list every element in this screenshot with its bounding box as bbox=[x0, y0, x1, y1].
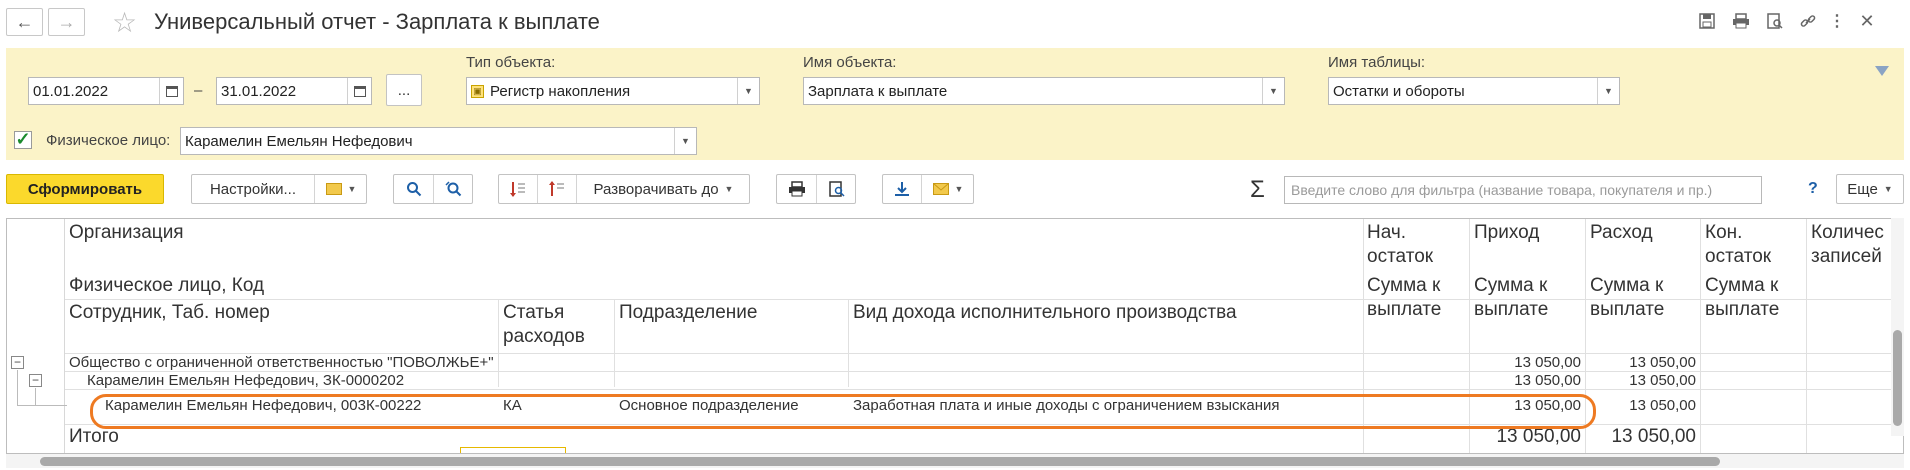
print-button[interactable] bbox=[777, 175, 816, 203]
export-group: ▼ bbox=[882, 174, 974, 204]
header-income-sum: Сумма к выплате bbox=[1474, 275, 1549, 320]
find-next-button[interactable] bbox=[434, 175, 473, 203]
filter-funnel-icon[interactable] bbox=[1875, 66, 1889, 76]
table-row[interactable]: Карамелин Емельян Нефедович, ЗК-0000202 bbox=[87, 371, 404, 389]
calendar-icon[interactable] bbox=[347, 78, 371, 104]
header-end-balance-sum: Сумма к выплате bbox=[1705, 275, 1780, 320]
person-label: Физическое лицо: bbox=[46, 132, 171, 149]
active-cell-marker bbox=[460, 447, 566, 453]
vertical-scroll-thumb[interactable] bbox=[1893, 330, 1902, 426]
row-expense: 13 050,00 bbox=[1629, 372, 1696, 389]
more-button[interactable]: Еще ▼ bbox=[1836, 174, 1904, 204]
object-name-select[interactable]: Зарплата к выплате ▼ bbox=[803, 77, 1285, 105]
header-expense: Расход bbox=[1590, 222, 1653, 243]
chevron-down-icon: ▼ bbox=[724, 184, 734, 194]
header-department: Подразделение bbox=[619, 302, 758, 323]
row-expense: 13 050,00 bbox=[1629, 354, 1696, 371]
print-group bbox=[776, 174, 856, 204]
export-button[interactable] bbox=[883, 175, 921, 203]
save-icon[interactable] bbox=[1696, 10, 1718, 32]
header-income-type: Вид дохода исполнительного производства bbox=[853, 302, 1237, 323]
calendar-icon[interactable] bbox=[159, 78, 183, 104]
chevron-down-icon[interactable]: ▼ bbox=[1597, 78, 1619, 104]
chevron-down-icon[interactable]: ▼ bbox=[1262, 78, 1284, 104]
print-icon[interactable] bbox=[1730, 10, 1752, 32]
sum-icon[interactable]: Σ bbox=[1250, 176, 1265, 204]
register-icon: ▣ bbox=[471, 84, 484, 98]
more-vertical-icon[interactable]: ⋮ bbox=[1826, 10, 1848, 32]
chevron-down-icon: ▼ bbox=[1883, 184, 1893, 194]
arrow-right-icon: → bbox=[57, 11, 76, 32]
header-employee: Сотрудник, Таб. номер bbox=[69, 302, 270, 323]
search-group bbox=[393, 174, 473, 204]
table-name-select[interactable]: Остатки и обороты ▼ bbox=[1328, 77, 1620, 105]
row-income: 13 050,00 bbox=[1514, 354, 1581, 371]
header-start-balance-sum: Сумма к выплате bbox=[1367, 275, 1442, 320]
row-income: 13 050,00 bbox=[1514, 372, 1581, 389]
search-help-icon[interactable]: ? bbox=[1808, 180, 1818, 198]
horizontal-scroll-thumb[interactable] bbox=[40, 457, 1720, 466]
header-record-count: Количес записей bbox=[1811, 222, 1884, 267]
period-select-button[interactable]: ... bbox=[386, 74, 422, 106]
header-income: Приход bbox=[1474, 222, 1540, 243]
date-from-field[interactable]: 01.01.2022 bbox=[28, 77, 184, 105]
header-expense-item: Статья расходов bbox=[503, 302, 585, 347]
window-title: Универсальный отчет - Зарплата к выплате bbox=[154, 9, 600, 34]
row-expense: 13 050,00 bbox=[1629, 397, 1696, 414]
header-organization: Организация bbox=[69, 222, 184, 243]
find-button[interactable] bbox=[394, 175, 433, 203]
settings-button[interactable]: Настройки... bbox=[192, 175, 314, 203]
collapse-all-button[interactable] bbox=[538, 175, 576, 203]
collapse-rows-icon bbox=[549, 181, 564, 196]
preview-icon[interactable] bbox=[1764, 10, 1786, 32]
close-icon[interactable]: ✕ bbox=[1856, 10, 1878, 32]
preview-icon bbox=[828, 181, 845, 197]
variants-dropdown[interactable]: ▼ bbox=[315, 175, 367, 203]
download-icon bbox=[895, 182, 909, 196]
object-type-select[interactable]: ▣ Регистр накопления ▼ bbox=[466, 77, 760, 105]
expand-all-button[interactable] bbox=[499, 175, 537, 203]
grouping-group: Разворачивать до ▼ bbox=[498, 174, 750, 204]
generate-button[interactable]: Сформировать bbox=[6, 174, 164, 204]
envelope-icon bbox=[932, 183, 949, 195]
person-select[interactable]: Карамелин Емельян Нефедович ▼ bbox=[180, 127, 697, 155]
expand-rows-icon bbox=[510, 182, 525, 197]
search-icon bbox=[406, 182, 421, 197]
collapse-toggle[interactable]: − bbox=[11, 356, 24, 369]
send-email-dropdown[interactable]: ▼ bbox=[922, 175, 974, 203]
forward-button[interactable]: → bbox=[48, 8, 85, 36]
header-start-balance: Нач. остаток bbox=[1367, 222, 1434, 267]
link-icon[interactable] bbox=[1797, 10, 1819, 32]
settings-group: Настройки... ▼ bbox=[191, 174, 367, 204]
date-separator: – bbox=[194, 82, 203, 99]
object-type-label: Тип объекта: bbox=[466, 54, 556, 71]
chevron-down-icon[interactable]: ▼ bbox=[674, 128, 696, 154]
header-person-code: Физическое лицо, Код bbox=[69, 275, 265, 296]
header-expense-sum: Сумма к выплате bbox=[1590, 275, 1665, 320]
arrow-left-icon: ← bbox=[15, 11, 34, 32]
total-expense: 13 050,00 bbox=[1611, 426, 1696, 447]
report-search-input[interactable]: Введите слово для фильтра (название това… bbox=[1284, 176, 1762, 204]
back-button[interactable]: ← bbox=[6, 8, 43, 36]
grouping-gutter bbox=[7, 219, 65, 453]
highlight-annotation bbox=[90, 394, 1596, 429]
expand-to-dropdown[interactable]: Разворачивать до ▼ bbox=[577, 175, 750, 203]
chevron-down-icon[interactable]: ▼ bbox=[737, 78, 759, 104]
print-preview-button[interactable] bbox=[817, 175, 856, 203]
person-filter-checkbox[interactable]: ✓ bbox=[14, 130, 32, 149]
date-to-field[interactable]: 31.01.2022 bbox=[216, 77, 372, 105]
header-end-balance: Кон. остаток bbox=[1705, 222, 1772, 267]
object-name-label: Имя объекта: bbox=[803, 54, 897, 71]
folder-icon bbox=[325, 183, 342, 195]
table-row[interactable]: Общество с ограниченной ответственностью… bbox=[69, 353, 494, 373]
search-refresh-icon bbox=[444, 181, 461, 197]
print-icon bbox=[788, 181, 805, 197]
collapse-toggle[interactable]: − bbox=[29, 374, 42, 387]
table-name-label: Имя таблицы: bbox=[1328, 54, 1426, 71]
favorite-star-icon[interactable]: ☆ bbox=[112, 6, 137, 39]
